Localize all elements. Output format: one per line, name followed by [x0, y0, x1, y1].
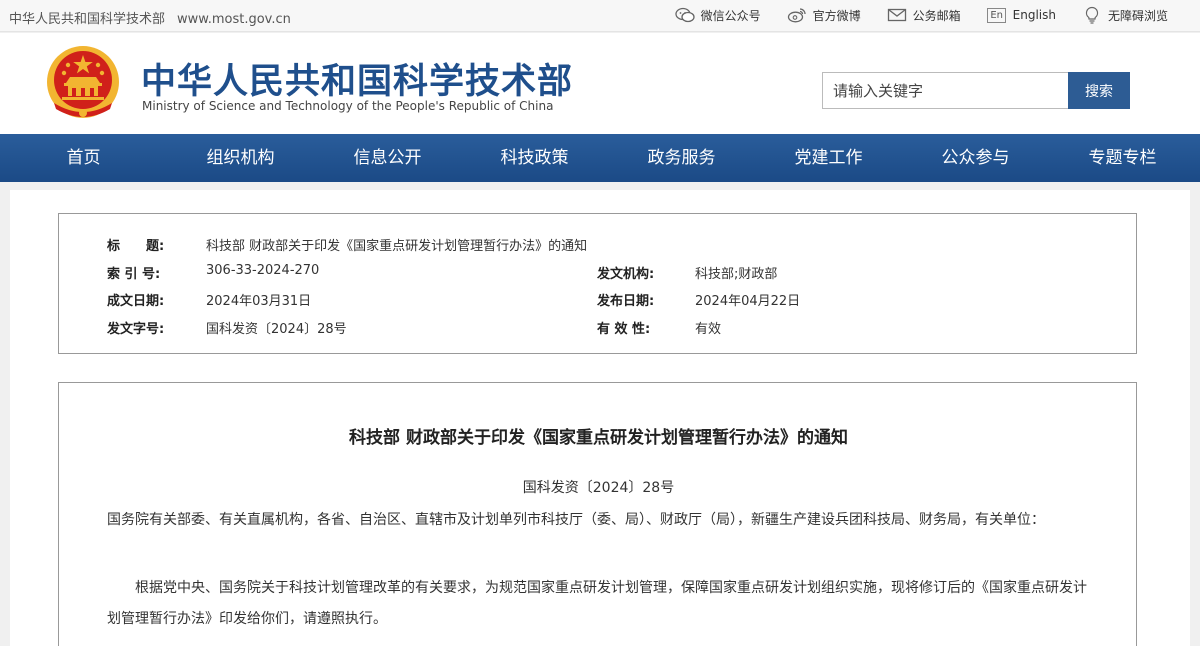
wechat-icon [674, 5, 695, 25]
site-header: 中华人民共和国科学技术部 Ministry of Science and Tec… [0, 33, 1200, 134]
english-label: English [1012, 8, 1056, 22]
nav-item-organization[interactable]: 组织机构 [167, 134, 314, 182]
nav-item-home[interactable]: 首页 [0, 134, 167, 182]
national-emblem-icon[interactable] [44, 43, 122, 123]
nav-item-government-services[interactable]: 政务服务 [608, 134, 755, 182]
meta-validity-label: 有 效 性: [597, 322, 651, 337]
top-bar: 中华人民共和国科学技术部 www.most.gov.cn 微信公众号 官方微博 公… [0, 0, 1200, 32]
site-name[interactable]: 中华人民共和国科学技术部 [9, 12, 165, 27]
document-body: 科技部 财政部关于印发《国家重点研发计划管理暂行办法》的通知 国科发资〔2024… [58, 382, 1137, 646]
search-input[interactable] [822, 72, 1069, 109]
site-title-english: Ministry of Science and Technology of th… [142, 99, 554, 113]
nav-item-party-building[interactable]: 党建工作 [755, 134, 902, 182]
meta-doc-number-value: 国科发资〔2024〕28号 [206, 322, 347, 337]
accessibility-link[interactable]: 无障碍浏览 [1082, 5, 1168, 25]
meta-created-value: 2024年03月31日 [206, 294, 312, 309]
english-link[interactable]: En English [987, 5, 1056, 25]
document-title: 科技部 财政部关于印发《国家重点研发计划管理暂行办法》的通知 [349, 428, 848, 448]
nav-item-special-topics[interactable]: 专题专栏 [1049, 134, 1196, 182]
site-info: 中华人民共和国科学技术部 www.most.gov.cn [9, 8, 291, 27]
nav-item-public-participation[interactable]: 公众参与 [902, 134, 1049, 182]
meta-index-value: 306-33-2024-270 [206, 263, 320, 278]
nav-item-sci-tech-policy[interactable]: 科技政策 [461, 134, 608, 182]
weibo-link[interactable]: 官方微博 [787, 5, 861, 25]
meta-issuer-value: 科技部;财政部 [695, 267, 778, 282]
top-links: 微信公众号 官方微博 公务邮箱 En English 无障碍浏览 [649, 5, 1168, 25]
site-title[interactable]: 中华人民共和国科学技术部 [141, 53, 573, 104]
meta-issuer-label: 发文机构: [597, 267, 655, 282]
mail-link[interactable]: 公务邮箱 [887, 5, 961, 25]
accessibility-label: 无障碍浏览 [1107, 8, 1168, 23]
document-addressee: 国务院有关部委、有关直属机构，各省、自治区、直辖市及计划单列市科技厅（委、局）、… [107, 512, 1045, 528]
mail-icon [887, 5, 907, 25]
meta-title-value: 科技部 财政部关于印发《国家重点研发计划管理暂行办法》的通知 [206, 239, 588, 254]
meta-published-value: 2024年04月22日 [695, 294, 801, 309]
wechat-label: 微信公众号 [700, 8, 761, 23]
meta-title-label: 标 题: [107, 239, 165, 254]
meta-created-label: 成文日期: [107, 294, 165, 309]
search-box: 搜索 [822, 72, 1130, 109]
weibo-label: 官方微博 [812, 8, 861, 23]
wechat-link[interactable]: 微信公众号 [674, 5, 761, 25]
document-paragraph: 根据党中央、国务院关于科技计划管理改革的有关要求，为规范国家重点研发计划管理，保… [107, 580, 1087, 627]
main-nav: 首页 组织机构 信息公开 科技政策 政务服务 党建工作 公众参与 专题专栏 [0, 134, 1200, 182]
meta-validity-value: 有效 [695, 322, 722, 337]
meta-published-label: 发布日期: [597, 294, 655, 309]
search-button[interactable]: 搜索 [1068, 72, 1130, 109]
accessibility-icon [1082, 5, 1102, 25]
nav-item-information-disclosure[interactable]: 信息公开 [314, 134, 461, 182]
en-icon: En [987, 5, 1007, 25]
weibo-icon [787, 5, 807, 25]
site-url[interactable]: www.most.gov.cn [177, 12, 291, 27]
document-number: 国科发资〔2024〕28号 [522, 480, 675, 496]
mail-label: 公务邮箱 [912, 8, 961, 23]
meta-doc-number-label: 发文字号: [107, 322, 165, 337]
document-metadata: 标 题: 科技部 财政部关于印发《国家重点研发计划管理暂行办法》的通知 索 引 … [58, 213, 1137, 354]
meta-index-label: 索 引 号: [107, 267, 161, 282]
